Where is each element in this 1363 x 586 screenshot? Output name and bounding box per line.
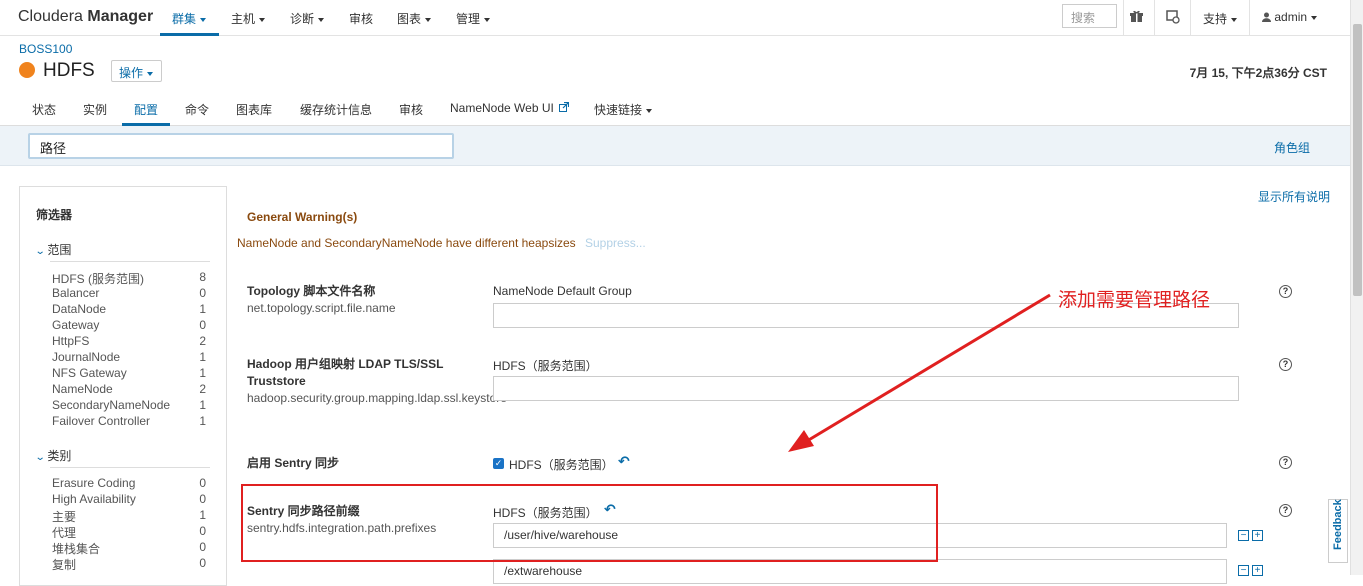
service-title: HDFS: [43, 60, 95, 81]
top-navbar: Cloudera Manager 群集 主机 诊断 审核 图表 管理 搜索 支持…: [0, 0, 1350, 36]
tab-chart-library[interactable]: 图表库: [236, 101, 272, 118]
filter-section-category[interactable]: ⌄ 类别: [34, 447, 72, 464]
nav-divider: [1249, 0, 1250, 36]
tab-commands[interactable]: 命令: [185, 101, 209, 118]
nav-item-user[interactable]: admin: [1262, 10, 1318, 24]
nav-divider: [1123, 0, 1124, 36]
filter-item[interactable]: Failover Controller 1: [52, 414, 206, 430]
filter-item[interactable]: High Availability 0: [52, 492, 206, 508]
filter-section-scope[interactable]: ⌄ 范围: [34, 241, 72, 258]
actions-dropdown-button[interactable]: 操作: [111, 60, 162, 82]
divider: [50, 261, 210, 262]
divider: [50, 467, 210, 468]
tab-audit[interactable]: 审核: [399, 101, 423, 118]
filter-item[interactable]: 堆栈集合 0: [52, 540, 206, 556]
warning-title: General Warning(s): [247, 210, 358, 224]
nav-divider: [1154, 0, 1155, 36]
filter-panel: 筛选器 ⌄ 范围 HDFS (服务范围) 8 Balancer 0 DataNode 1…: [19, 186, 227, 586]
role-groups-link[interactable]: 角色组: [1274, 139, 1310, 156]
config-search-bar: 路径 角色组: [0, 126, 1350, 166]
filter-item[interactable]: HDFS (服务范围) 8: [52, 270, 206, 286]
filter-item[interactable]: 主要 1: [52, 508, 206, 524]
warning-message: NameNode and SecondaryNameNode have diff…: [237, 236, 576, 250]
nav-item-charts[interactable]: 图表: [397, 10, 432, 27]
filter-item[interactable]: 复制 0: [52, 556, 206, 572]
suppress-link[interactable]: Suppress...: [585, 236, 646, 250]
annotation-arrow: [788, 293, 1051, 452]
help-icon[interactable]: ?: [1279, 456, 1292, 469]
nav-item-support[interactable]: 支持: [1203, 10, 1238, 27]
tab-configuration[interactable]: 配置: [134, 101, 158, 118]
filter-title: 筛选器: [36, 208, 73, 222]
running-commands-icon[interactable]: [1166, 10, 1180, 27]
external-link-icon: [559, 101, 570, 112]
nav-item-audit[interactable]: 审核: [349, 10, 373, 27]
nav-item-diagnostics[interactable]: 诊断: [290, 10, 325, 27]
param-name: 启用 Sentry 同步: [247, 456, 340, 470]
help-icon[interactable]: ?: [1279, 285, 1292, 298]
annotation-text: 添加需要管理路径: [1058, 290, 1211, 311]
param-key: hadoop.security.group.mapping.ldap.ssl.k…: [247, 391, 507, 405]
breadcrumb-cluster[interactable]: BOSS100: [19, 42, 72, 56]
param-scope: HDFS（服务范围）: [493, 359, 598, 373]
filter-item[interactable]: NameNode 2: [52, 382, 206, 398]
chevron-down-icon: ⌄: [34, 452, 46, 463]
param-name: Hadoop 用户组映射 LDAP TLS/SSL Truststore: [247, 357, 444, 388]
server-datetime: 7月 15, 下午2点36分 CST: [1189, 66, 1327, 80]
filter-item[interactable]: HttpFS 2: [52, 334, 206, 350]
nav-item-admin[interactable]: 管理: [456, 10, 491, 27]
filter-item[interactable]: NFS Gateway 1: [52, 366, 206, 382]
tab-quick-links[interactable]: 快速链接: [594, 101, 653, 118]
add-row-icon[interactable]: +: [1252, 565, 1263, 576]
annotation-highlight-box: [241, 484, 938, 562]
feedback-button[interactable]: Feedback: [1328, 499, 1348, 563]
gift-icon[interactable]: [1130, 10, 1143, 26]
add-row-icon[interactable]: +: [1252, 530, 1263, 541]
filter-item[interactable]: SecondaryNameNode 1: [52, 398, 206, 414]
tab-status[interactable]: 状态: [32, 101, 56, 118]
user-icon: [1262, 12, 1271, 22]
service-status-icon: [19, 62, 35, 78]
filter-item[interactable]: JournalNode 1: [52, 350, 206, 366]
filter-item[interactable]: Gateway 0: [52, 318, 206, 334]
param-scope: NameNode Default Group: [493, 284, 632, 298]
tab-namenode-web-ui[interactable]: NameNode Web UI: [450, 101, 570, 115]
show-all-descriptions-link[interactable]: 显示所有说明: [1258, 188, 1330, 205]
nav-item-hosts[interactable]: 主机: [231, 10, 266, 27]
service-tabs: 状态 实例 配置 命令 图表库 缓存统计信息 审核 NameNode Web U…: [0, 92, 1350, 126]
param-key: net.topology.script.file.name: [247, 301, 396, 315]
filter-item[interactable]: Balancer 0: [52, 286, 206, 302]
help-icon[interactable]: ?: [1279, 504, 1292, 517]
undo-icon[interactable]: ↶: [618, 453, 630, 470]
help-icon[interactable]: ?: [1279, 358, 1292, 371]
nav-item-clusters[interactable]: 群集: [172, 10, 207, 27]
sentry-path-prefix-input[interactable]: /extwarehouse: [493, 559, 1227, 584]
nav-active-indicator: [160, 33, 219, 36]
nav-divider: [1190, 0, 1191, 36]
remove-row-icon[interactable]: −: [1238, 530, 1249, 541]
brand-logo[interactable]: Cloudera Manager: [18, 8, 153, 26]
filter-item[interactable]: DataNode 1: [52, 302, 206, 318]
filter-item[interactable]: 代理 0: [52, 524, 206, 540]
config-search-input[interactable]: 路径: [28, 133, 454, 159]
global-search-input[interactable]: 搜索: [1062, 4, 1117, 28]
tab-cache-statistics[interactable]: 缓存统计信息: [300, 101, 372, 118]
tab-instances[interactable]: 实例: [83, 101, 107, 118]
enable-sentry-sync-checkbox[interactable]: ✓: [493, 458, 504, 469]
chevron-down-icon: ⌄: [34, 246, 46, 257]
page-scrollbar[interactable]: [1350, 0, 1363, 575]
param-name: Topology 脚本文件名称: [247, 284, 376, 298]
scrollbar-thumb[interactable]: [1353, 24, 1362, 296]
param-scope: HDFS（服务范围）: [509, 458, 614, 472]
filter-item[interactable]: Erasure Coding 0: [52, 476, 206, 492]
remove-row-icon[interactable]: −: [1238, 565, 1249, 576]
